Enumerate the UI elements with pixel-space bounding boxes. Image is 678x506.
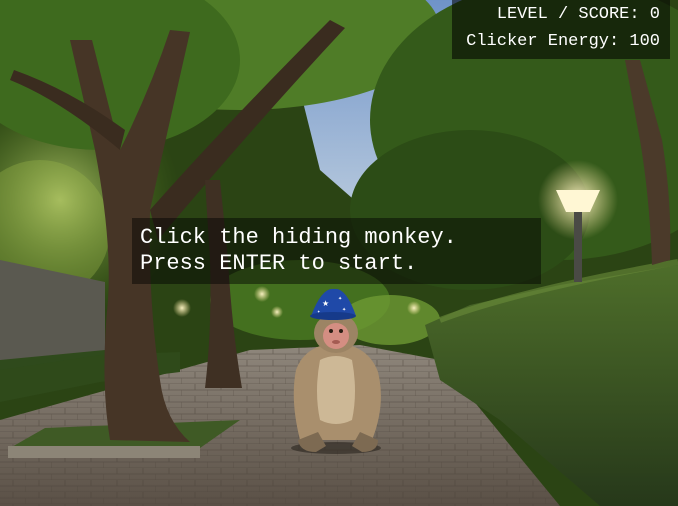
svg-text:✦: ✦ [342,307,346,313]
start-prompt-line: Press ENTER to start. [140,251,418,276]
energy-readout: Clicker Energy: 100 [466,32,660,51]
hud-panel: LEVEL / SCORE: 0 Clicker Energy: 100 [452,0,670,59]
instruction-line: Click the hiding monkey. [140,225,457,250]
score-value: 0 [649,5,660,24]
level-score-readout: LEVEL / SCORE: 0 [496,5,660,24]
energy-value: 100 [629,32,660,51]
svg-text:★: ★ [322,299,329,308]
start-message: Click the hiding monkey. Press ENTER to … [132,218,541,284]
svg-text:✦: ✦ [338,296,342,302]
